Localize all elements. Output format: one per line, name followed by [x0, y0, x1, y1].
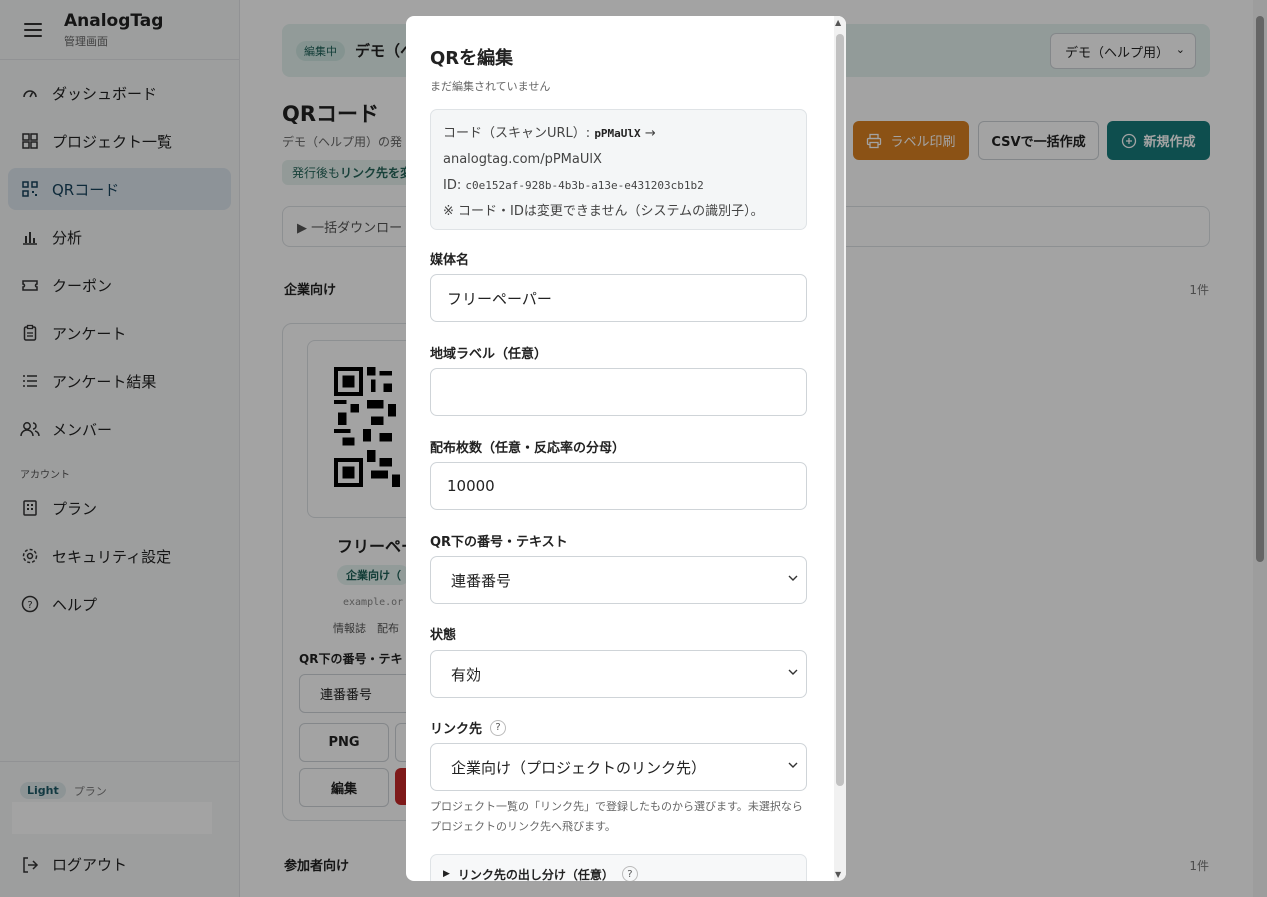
status-select-value: 有効	[451, 665, 482, 684]
code-url: analogtag.com/pPMaUlX	[443, 152, 602, 167]
distribution-label: 配布枚数（任意・反応率の分母）	[430, 441, 626, 456]
media-name-input[interactable]: フリーペーパー	[430, 274, 807, 322]
code-value: pPMaUlX	[594, 127, 641, 140]
modal-scrollbar-thumb[interactable]	[836, 34, 844, 786]
chevron-down-icon	[788, 669, 798, 675]
status-label: 状態	[430, 628, 457, 643]
edit-qr-modal: QRを編集 まだ編集されていません コード（スキャンURL）: pPMaUlX …	[406, 16, 846, 881]
code-label: コード（スキャンURL）:	[443, 126, 595, 141]
link-label: リンク先	[430, 722, 483, 737]
modal-scrollbar[interactable]: ▲ ▼	[834, 16, 846, 881]
triangle-right-icon: ▶	[443, 869, 450, 879]
code-note: ※ コード・IDは変更できません（システムの識別子）。	[443, 204, 764, 219]
chevron-down-icon	[788, 762, 798, 768]
qr-text-label: QR下の番号・テキスト	[430, 535, 568, 550]
help-icon[interactable]: ?	[621, 866, 638, 881]
qr-text-select[interactable]: 連番番号	[430, 556, 807, 604]
status-select[interactable]: 有効	[430, 650, 807, 698]
link-split-label: リンク先の出し分け（任意）	[457, 867, 614, 882]
id-value: c0e152af-928b-4b3b-a13e-e431203cb1b2	[465, 179, 704, 192]
link-select-value: 企業向け（プロジェクトのリンク先）	[451, 758, 707, 777]
code-info-box: コード（スキャンURL）: pPMaUlX → analogtag.com/pP…	[430, 109, 807, 230]
code-line: コード（スキャンURL）: pPMaUlX →	[443, 121, 794, 147]
scroll-down-icon[interactable]: ▼	[835, 870, 841, 879]
region-input[interactable]	[430, 368, 807, 416]
id-line: ID: c0e152af-928b-4b3b-a13e-e431203cb1b2	[443, 173, 794, 199]
link-split-toggle[interactable]: ▶ リンク先の出し分け（任意） ?	[430, 854, 807, 881]
qr-text-select-value: 連番番号	[451, 571, 512, 590]
link-label-row: リンク先 ?	[430, 718, 507, 737]
chevron-down-icon	[788, 575, 798, 581]
distribution-input[interactable]: 10000	[430, 462, 807, 510]
link-help-text: プロジェクト一覧の「リンク先」で登録したものから選びます。未選択ならプロジェクト…	[430, 800, 803, 833]
link-select[interactable]: 企業向け（プロジェクトのリンク先）	[430, 743, 807, 791]
scroll-up-icon[interactable]: ▲	[835, 18, 841, 27]
media-name-label: 媒体名	[430, 253, 470, 268]
id-label: ID:	[443, 178, 466, 193]
arrow-right-icon: →	[644, 126, 656, 141]
region-label: 地域ラベル（任意）	[430, 347, 548, 362]
help-icon[interactable]: ?	[490, 719, 507, 736]
modal-body: QRを編集 まだ編集されていません コード（スキャンURL）: pPMaUlX …	[406, 16, 834, 881]
modal-subtitle: まだ編集されていません	[430, 80, 551, 93]
modal-title: QRを編集	[430, 48, 514, 69]
